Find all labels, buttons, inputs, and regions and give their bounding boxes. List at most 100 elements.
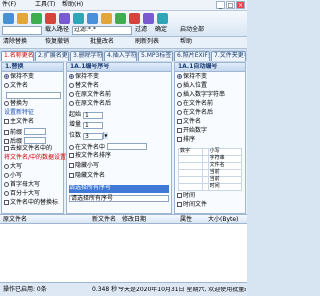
help-icon[interactable] [143, 13, 154, 24]
option-replace-name[interactable]: 替文件名 [69, 82, 99, 91]
option-hide-name[interactable]: 隐藏文件名 [69, 172, 105, 181]
option-sort-by-name[interactable]: 按文件名排序 [69, 152, 111, 161]
folder-icon[interactable] [17, 13, 28, 24]
option-filename[interactable]: 文件名 [177, 118, 201, 127]
start-label: 起始 [69, 111, 82, 118]
open-folder-icon[interactable] [3, 13, 14, 24]
set-feature-link[interactable]: 设置新特征 [4, 109, 34, 118]
option-sort[interactable]: 排序 [177, 136, 196, 145]
option-start-number[interactable]: 开始数字 [177, 127, 207, 136]
prefix-input[interactable] [23, 128, 46, 135]
option-in-name[interactable]: 在文件名中 [69, 143, 147, 151]
option-replace-with[interactable]: 替换为 [4, 100, 29, 109]
play-icon[interactable] [115, 13, 126, 24]
option-upper[interactable]: 大写 [4, 163, 22, 172]
tab-extension-rename[interactable]: 2.扩展名更名 [35, 51, 69, 61]
grid-cell: 数字 [177, 148, 204, 156]
help-button[interactable]: 帮助 [180, 38, 192, 46]
option-insert-position[interactable]: 插入位置 [177, 82, 207, 91]
column-original-name[interactable]: 原文件名 [3, 216, 27, 224]
option-after-name[interactable]: 在原文件名后 [69, 100, 111, 109]
refresh-list-button[interactable]: 刷新列表 [135, 38, 159, 46]
option-filename[interactable]: 文件名 [4, 82, 28, 91]
minimize-button[interactable]: _ [216, 1, 225, 9]
stop-icon[interactable] [129, 13, 140, 24]
column-modified-date[interactable]: 修改日期 [122, 216, 146, 224]
option-label: 排序 [183, 136, 196, 143]
option-time-file[interactable]: 时间文件 [177, 201, 207, 210]
grid-cell [177, 169, 204, 177]
column-size[interactable]: 大小(Byte) [208, 216, 238, 224]
option-suffix[interactable]: 后缀 [4, 137, 46, 145]
option-after-name[interactable]: 在文件名后 [177, 109, 213, 118]
option-time[interactable]: 时间 [177, 192, 195, 201]
undo-icon[interactable] [59, 13, 70, 24]
path-input[interactable] [2, 26, 42, 35]
chevron-down-icon[interactable]: ▼ [102, 132, 108, 139]
tab-name-rename[interactable]: 1.名称更名 [1, 51, 34, 61]
filter-input[interactable]: 过滤:*.* [72, 26, 132, 35]
tab-mp3-rename[interactable]: 5.MP3标签更名 [138, 51, 173, 61]
select-sequence-row[interactable]: 请选择所有序号 [69, 184, 169, 193]
start-all-button[interactable]: 启动全部 [180, 26, 204, 34]
select-sequence-row-2[interactable]: 请选择所有序号 [69, 195, 169, 203]
option-label: 保持不变 [183, 73, 208, 80]
suffix-input[interactable] [23, 137, 46, 144]
batch-rename-button[interactable]: 批量改名 [90, 38, 114, 46]
tab-insert-chars[interactable]: 4.插入字符 [104, 51, 137, 61]
close-button[interactable]: × [236, 1, 245, 9]
ok-button[interactable]: 确定 [155, 26, 167, 34]
delete-icon[interactable] [45, 13, 56, 24]
option-remove[interactable]: 去掉文件名中的 [4, 145, 52, 154]
option-label: 在文件名前 [183, 100, 214, 107]
info-icon[interactable] [157, 13, 168, 24]
replace-input-row[interactable] [6, 92, 61, 100]
tab-exif-rename[interactable]: 6.照片EXIF更名 [174, 51, 210, 61]
position-input[interactable] [106, 143, 147, 150]
save-icon[interactable] [87, 13, 98, 24]
digits-input[interactable]: 3 [82, 133, 103, 140]
option-label: 首字母大写 [10, 181, 41, 188]
option-keep[interactable]: 保持不变 [177, 73, 208, 82]
menu-bar: 件(F) 工具(T) 帮助(H) _ □ × [0, 0, 247, 11]
radio-icon [69, 92, 74, 97]
clear-replace-button[interactable]: 清除替换 [3, 38, 27, 46]
numbering-panel-title: 1A.1编号序号 [67, 63, 171, 72]
step-input[interactable]: 1 [82, 122, 103, 129]
option-prefix[interactable]: 前缀 [4, 128, 46, 136]
data-setting-label: 将文件名/中的数据设置 [4, 154, 67, 161]
option-label: 替换为 [10, 100, 29, 107]
column-attributes[interactable]: 属性 [180, 216, 192, 224]
option-before-name[interactable]: 在文件名前 [177, 100, 214, 109]
menu-tools[interactable]: 工具(T) [35, 1, 55, 9]
tab-delete-chars[interactable]: 3.删除字符 [70, 51, 103, 61]
filter-button[interactable]: 过滤 [135, 26, 147, 34]
radio-icon [177, 74, 182, 79]
option-insert-string[interactable]: 插入数字字符串 [177, 91, 225, 100]
option-hide-lower[interactable]: 隐藏小写 [69, 162, 99, 171]
file-list[interactable] [0, 224, 247, 282]
settings-icon[interactable] [101, 13, 112, 24]
undo-restore-button[interactable]: 恢复撤销 [45, 38, 69, 46]
main-toolbar: 载入路径 过滤:*.* 过滤 确定 启动全部 [0, 11, 247, 37]
column-new-name[interactable]: 新文件名 [92, 216, 116, 224]
menu-file[interactable]: 件(F) [2, 1, 16, 9]
option-on-rename[interactable]: 文件名中的替换标 [4, 199, 58, 208]
option-keep[interactable]: 保持不变 [69, 73, 99, 82]
option-main-name[interactable]: 主文件名 [4, 118, 34, 127]
refresh-icon[interactable] [31, 13, 42, 24]
load-path-button[interactable]: 载入路径 [45, 26, 69, 34]
maximize-button[interactable]: □ [226, 1, 235, 9]
tab-folder-rename[interactable]: 7.文件夹更名 [211, 51, 246, 61]
replace-text-input[interactable] [6, 92, 61, 99]
option-keep[interactable]: 保持不变 [4, 73, 34, 82]
option-percent-upper[interactable]: 百分十大写 [4, 190, 40, 199]
option-before-name[interactable]: 在原文件名前 [69, 91, 111, 100]
option-capitalize[interactable]: 首字母大写 [4, 181, 41, 190]
option-lower[interactable]: 小写 [4, 172, 22, 181]
grid-row[interactable]: 时间 [177, 183, 243, 191]
redo-icon[interactable] [73, 13, 84, 24]
start-input[interactable]: 1 [82, 112, 103, 119]
menu-help[interactable]: 帮助(H) [62, 1, 83, 9]
sequence-input[interactable]: 请选择所有序号 [69, 195, 169, 202]
